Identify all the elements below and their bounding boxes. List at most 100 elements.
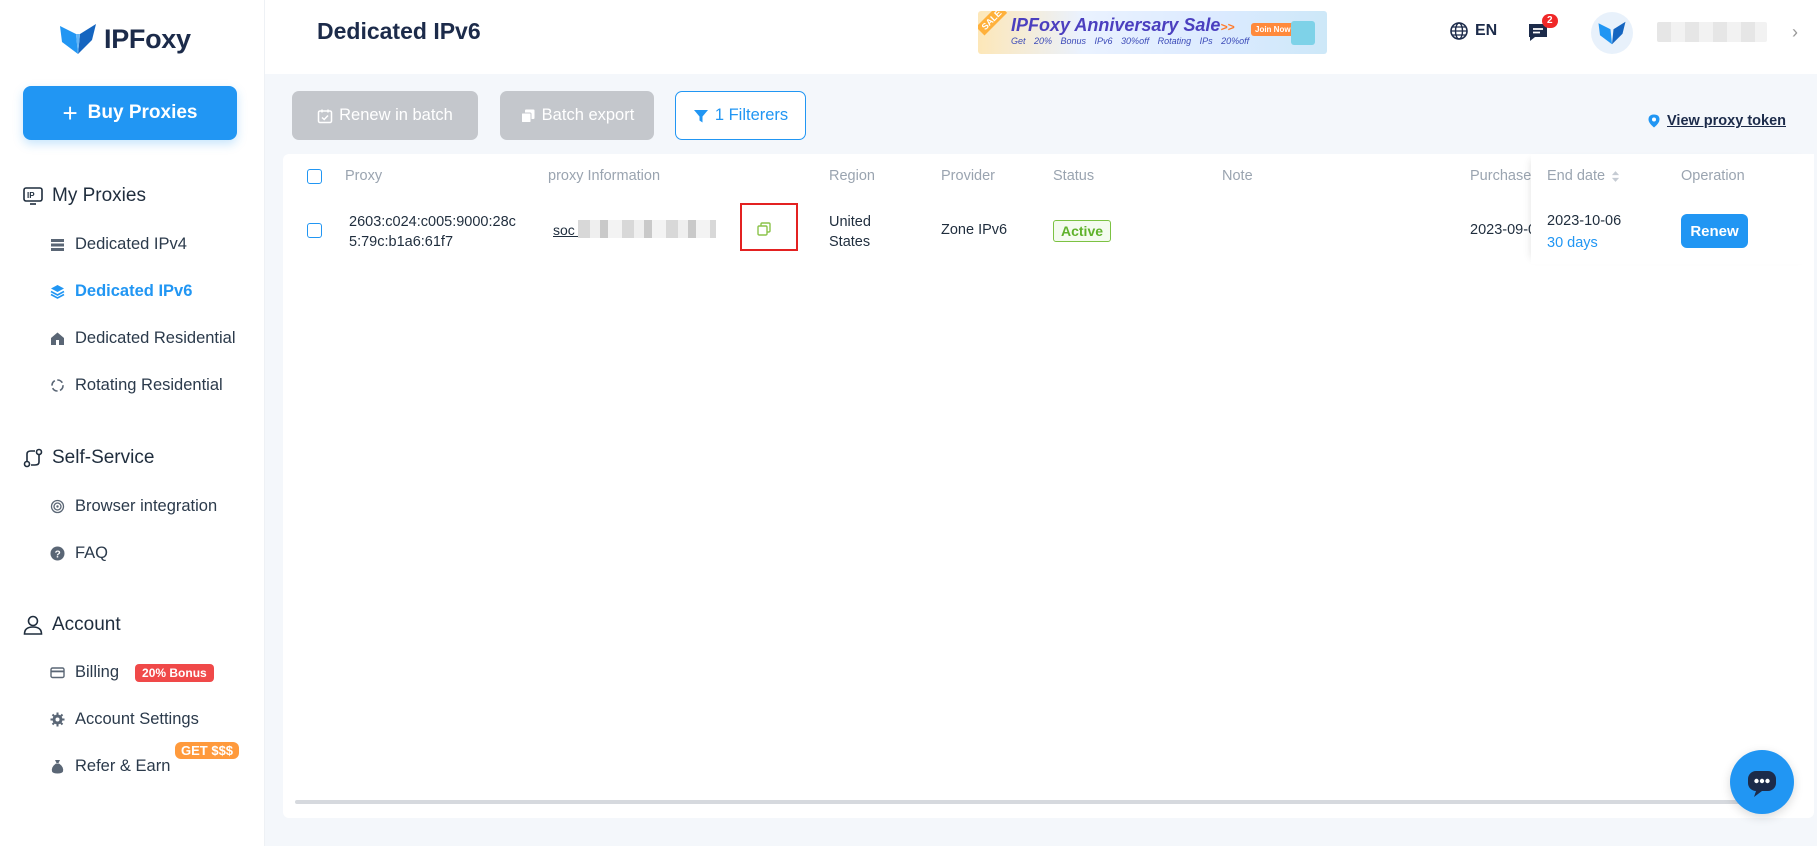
get-money-badge: GET $$$ <box>175 742 240 759</box>
sidebar-item-billing[interactable]: Billing 20% Bonus <box>50 663 214 682</box>
section-title-label: My Proxies <box>52 185 146 206</box>
sidebar-item-label: Browser integration <box>75 497 218 515</box>
section-my-proxies: IP My Proxies <box>22 185 146 207</box>
column-header-provider: Provider <box>941 168 995 184</box>
chevron-right-icon[interactable]: › <box>1792 22 1798 43</box>
proxy-address: 2603:c024:c005:9000:28c 5:79c:b1a6:61f7 <box>349 212 516 252</box>
renew-batch-button[interactable]: Renew in batch <box>292 91 478 140</box>
copy-icon[interactable] <box>757 222 771 236</box>
sale-ribbon: SALE <box>978 11 1008 36</box>
section-account: Account <box>22 614 121 636</box>
region-line: United <box>829 214 871 230</box>
fingerprint-icon <box>50 499 65 514</box>
select-all-checkbox[interactable] <box>307 169 322 184</box>
provider-cell: Zone IPv6 <box>941 222 1008 238</box>
column-header-proxy-info: proxy Information <box>548 168 661 184</box>
avatar[interactable] <box>1591 12 1633 54</box>
sidebar-item-label: Dedicated IPv4 <box>75 235 187 253</box>
sidebar-item-browser-integration[interactable]: Browser integration <box>50 497 217 516</box>
section-self-service: Self-Service <box>22 447 154 469</box>
status-badge: Active <box>1053 220 1112 242</box>
svg-text:IP: IP <box>27 191 35 200</box>
section-title-label: Account <box>52 614 121 635</box>
banner-subtitle: Get 20% Bonus IPv6 30%off Rotating IPs 2… <box>1011 36 1250 46</box>
horizontal-scrollbar[interactable] <box>295 800 1755 804</box>
sort-icon <box>1611 170 1620 182</box>
sidebar-item-account-settings[interactable]: Account Settings <box>50 710 199 729</box>
filter-icon <box>693 109 708 122</box>
fox-logo-icon <box>1598 21 1626 45</box>
location-pin-icon <box>1648 114 1660 128</box>
column-header-operation: Operation <box>1681 168 1745 184</box>
proxy-address-line: 2603:c024:c005:9000:28c <box>349 214 516 230</box>
ip-icon: IP <box>23 187 43 205</box>
svg-text:?: ? <box>55 550 61 561</box>
end-date-cell: 2023-10-06 30 days <box>1547 210 1621 254</box>
sidebar-item-dedicated-ipv6[interactable]: Dedicated IPv6 <box>50 282 192 301</box>
sidebar-item-label: FAQ <box>75 544 109 562</box>
language-selector[interactable]: EN <box>1449 21 1497 41</box>
gift-icon <box>1291 21 1315 45</box>
top-header: Dedicated IPv6 SALE IPFoxy Anniversary S… <box>265 0 1817 74</box>
batch-export-button[interactable]: Batch export <box>500 91 654 140</box>
column-header-status: Status <box>1053 168 1095 184</box>
home-icon <box>51 332 64 345</box>
gear-icon <box>50 712 65 727</box>
logo[interactable]: IPFoxy <box>58 22 191 56</box>
globe-icon <box>1450 22 1468 40</box>
sidebar-item-label: Rotating Residential <box>75 376 223 394</box>
sidebar-item-label: Dedicated Residential <box>75 329 236 347</box>
chat-bot-icon <box>1748 771 1776 797</box>
column-header-purchase: Purchase <box>1470 168 1532 184</box>
view-token-label: View proxy token <box>1667 113 1786 129</box>
buy-proxies-label: Buy Proxies <box>87 102 198 123</box>
money-bag-icon <box>51 760 64 774</box>
proxy-address-line: 5:79c:b1a6:61f7 <box>349 234 454 250</box>
swap-icon <box>23 448 43 468</box>
sidebar-item-dedicated-residential[interactable]: Dedicated Residential <box>50 329 236 348</box>
calendar-check-icon <box>317 109 333 123</box>
logo-text: IPFoxy <box>104 23 191 54</box>
username-redacted[interactable] <box>1657 22 1767 42</box>
list-icon <box>51 239 64 251</box>
renew-button[interactable]: Renew <box>1681 214 1748 248</box>
copy-stack-icon <box>520 109 535 123</box>
banner-title-text: IPFoxy Anniversary Sale <box>1011 15 1221 35</box>
sidebar-item-label: Account Settings <box>75 710 199 728</box>
question-icon: ? <box>50 546 65 561</box>
end-date-label: End date <box>1547 168 1606 184</box>
region-line: States <box>829 234 871 250</box>
buy-proxies-button[interactable]: + Buy Proxies <box>23 86 237 140</box>
promo-banner[interactable]: SALE IPFoxy Anniversary Sale>> Get 20% B… <box>978 11 1327 54</box>
remaining-days: 30 days <box>1547 235 1598 251</box>
credit-card-icon <box>50 667 65 679</box>
sidebar-item-label: Billing <box>75 663 120 681</box>
plus-icon: + <box>62 98 78 128</box>
user-icon <box>23 615 43 635</box>
section-title-label: Self-Service <box>52 447 155 468</box>
sidebar-item-rotating-residential[interactable]: Rotating Residential <box>50 376 223 395</box>
row-checkbox[interactable] <box>307 223 322 238</box>
purchase-cell: 2023-09-0 <box>1470 222 1537 238</box>
renew-batch-label: Renew in batch <box>339 106 453 124</box>
filters-button[interactable]: 1 Filterers <box>675 91 806 140</box>
sidebar: IPFoxy + Buy Proxies IP My Proxies Dedic… <box>0 0 265 846</box>
bonus-badge: 20% Bonus <box>135 663 214 682</box>
join-now-button[interactable]: Join Now <box>1251 23 1295 36</box>
message-count-badge: 2 <box>1542 14 1558 28</box>
chat-support-button[interactable] <box>1730 750 1794 814</box>
column-header-end-date[interactable]: End date <box>1547 168 1620 184</box>
page-title: Dedicated IPv6 <box>317 18 481 44</box>
sidebar-item-faq[interactable]: ? FAQ <box>50 544 108 563</box>
column-header-proxy: Proxy <box>345 168 383 184</box>
sidebar-item-refer-earn[interactable]: Refer & Earn GET $$$ <box>50 742 240 776</box>
filters-label: 1 Filterers <box>714 106 789 124</box>
sidebar-item-dedicated-ipv4[interactable]: Dedicated IPv4 <box>50 235 187 254</box>
banner-title: IPFoxy Anniversary Sale>> <box>1011 15 1234 36</box>
view-proxy-token-link[interactable]: View proxy token <box>1647 113 1786 129</box>
language-label: EN <box>1475 22 1498 39</box>
batch-export-label: Batch export <box>541 106 635 124</box>
redacted-mask <box>578 220 716 238</box>
fox-logo-icon <box>60 24 96 54</box>
layers-icon <box>50 285 65 299</box>
